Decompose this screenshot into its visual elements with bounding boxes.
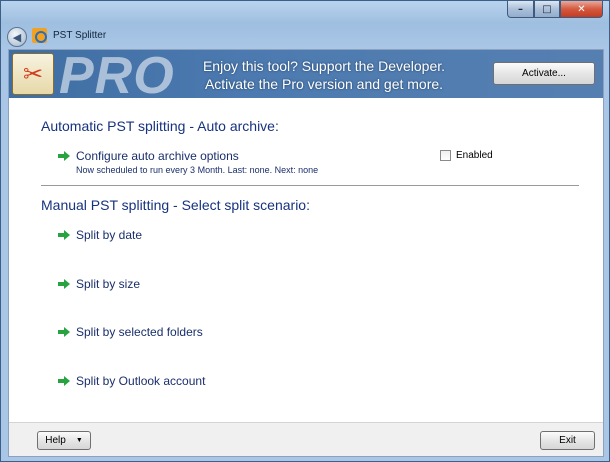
minimize-button[interactable]: – <box>507 1 534 18</box>
auto-archive-heading: Automatic PST splitting - Auto archive: <box>41 118 279 134</box>
green-arrow-icon <box>58 278 70 290</box>
action-label: Split by Outlook account <box>76 374 206 388</box>
back-arrow-icon[interactable]: ◀ <box>7 27 27 47</box>
dropdown-caret-icon: ▼ <box>75 437 83 444</box>
pro-watermark: PRO <box>59 50 175 98</box>
pro-banner: ✂ PRO Enjoy this tool? Support the Devel… <box>9 50 603 98</box>
banner-message: Enjoy this tool? Support the Developer. … <box>159 57 489 93</box>
split-by-folders-link[interactable]: Split by selected folders <box>58 325 203 339</box>
app-icon <box>32 28 47 43</box>
green-arrow-icon <box>58 375 70 387</box>
green-arrow-icon <box>58 326 70 338</box>
enabled-label: Enabled <box>456 150 493 161</box>
action-label: Split by selected folders <box>76 325 203 339</box>
help-button-label: Help <box>45 435 66 446</box>
split-by-size-link[interactable]: Split by size <box>58 277 140 291</box>
manual-split-heading: Manual PST splitting - Select split scen… <box>41 197 310 213</box>
action-label: Split by size <box>76 277 141 291</box>
window-controls: – □ ✕ <box>507 1 603 18</box>
action-label: Split by date <box>76 228 143 242</box>
split-by-date-link[interactable]: Split by date <box>58 228 142 242</box>
green-arrow-icon <box>58 150 70 162</box>
activate-button[interactable]: Activate... <box>493 62 595 85</box>
exit-button[interactable]: Exit <box>540 431 595 450</box>
client-area: ✂ PRO Enjoy this tool? Support the Devel… <box>8 49 604 457</box>
window-title: PST Splitter <box>53 30 107 41</box>
action-label: Configure auto archive options <box>76 149 239 163</box>
enabled-checkbox-row[interactable]: Enabled <box>440 150 493 161</box>
help-button[interactable]: Help ▼ <box>37 431 91 450</box>
app-window: ◀ PST Splitter – □ ✕ ✂ PRO Enjoy this to… <box>0 0 610 462</box>
maximize-button[interactable]: □ <box>534 1 560 18</box>
close-button[interactable]: ✕ <box>560 1 603 18</box>
scissors-logo-icon: ✂ <box>12 53 54 95</box>
configure-auto-archive-link[interactable]: Configure auto archive options <box>58 149 239 163</box>
schedule-status: Now scheduled to run every 3 Month. Last… <box>76 165 319 175</box>
split-by-account-link[interactable]: Split by Outlook account <box>58 374 205 388</box>
title-bar: ◀ PST Splitter – □ ✕ <box>1 1 609 49</box>
green-arrow-icon <box>58 229 70 241</box>
banner-message-line1: Enjoy this tool? Support the Developer. <box>202 58 446 74</box>
enabled-checkbox[interactable] <box>440 150 451 161</box>
section-divider <box>41 185 579 186</box>
banner-message-line2: Activate the Pro version and get more. <box>204 76 444 92</box>
footer-bar: Help ▼ Exit <box>9 422 603 456</box>
